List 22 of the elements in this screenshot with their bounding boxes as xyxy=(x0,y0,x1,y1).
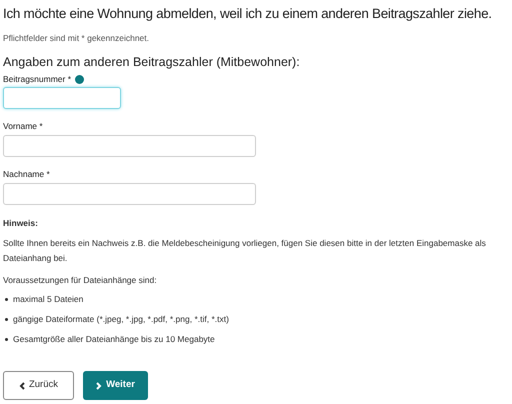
chevron-left-icon xyxy=(18,382,25,390)
bullet-icon xyxy=(5,298,8,301)
requirements-intro: Voraussetzungen für Dateianhänge sind: xyxy=(3,275,158,286)
bullet-icon xyxy=(5,338,8,341)
next-button[interactable]: Weiter xyxy=(83,371,148,400)
section-heading: Angaben zum anderen Beitragszahler (Mitbewohner): xyxy=(3,54,301,70)
chevron-right-icon xyxy=(96,382,102,390)
requirement-item: Gesamtgröße aller Dateianhänge bis zu 10 Megabyte xyxy=(13,334,215,345)
hint-heading: Hinweis: xyxy=(3,218,39,229)
field-label: Vorname * xyxy=(3,121,43,132)
field-label: Beitragsnummer * xyxy=(3,74,72,85)
input-field[interactable] xyxy=(3,183,256,205)
hint-text: Sollte Ihnen bereits ein Nachweis z.B. die Meldebescheinigung vorliegen, fügen Sie diesen bitte in der letzten Eingabemaske als Dateianhang bei. xyxy=(3,237,487,265)
input-field[interactable] xyxy=(3,135,256,157)
page-title: Ich möchte eine Wohnung abmelden, weil ich zu einem anderen Beitragszahler ziehe. xyxy=(3,5,493,23)
bullet-icon xyxy=(5,318,8,321)
input-field[interactable] xyxy=(3,87,121,109)
requirement-item: gängige Dateiformate (*.jpeg, *.jpg, *.pdf, *.png, *.tif, *.txt) xyxy=(13,314,229,325)
requirement-item: maximal 5 Dateien xyxy=(13,294,84,305)
required-note: Pflichtfelder sind mit * gekennzeichnet. xyxy=(3,33,150,44)
back-button[interactable]: Zurück xyxy=(3,371,74,400)
field-label: Nachname * xyxy=(3,169,50,180)
